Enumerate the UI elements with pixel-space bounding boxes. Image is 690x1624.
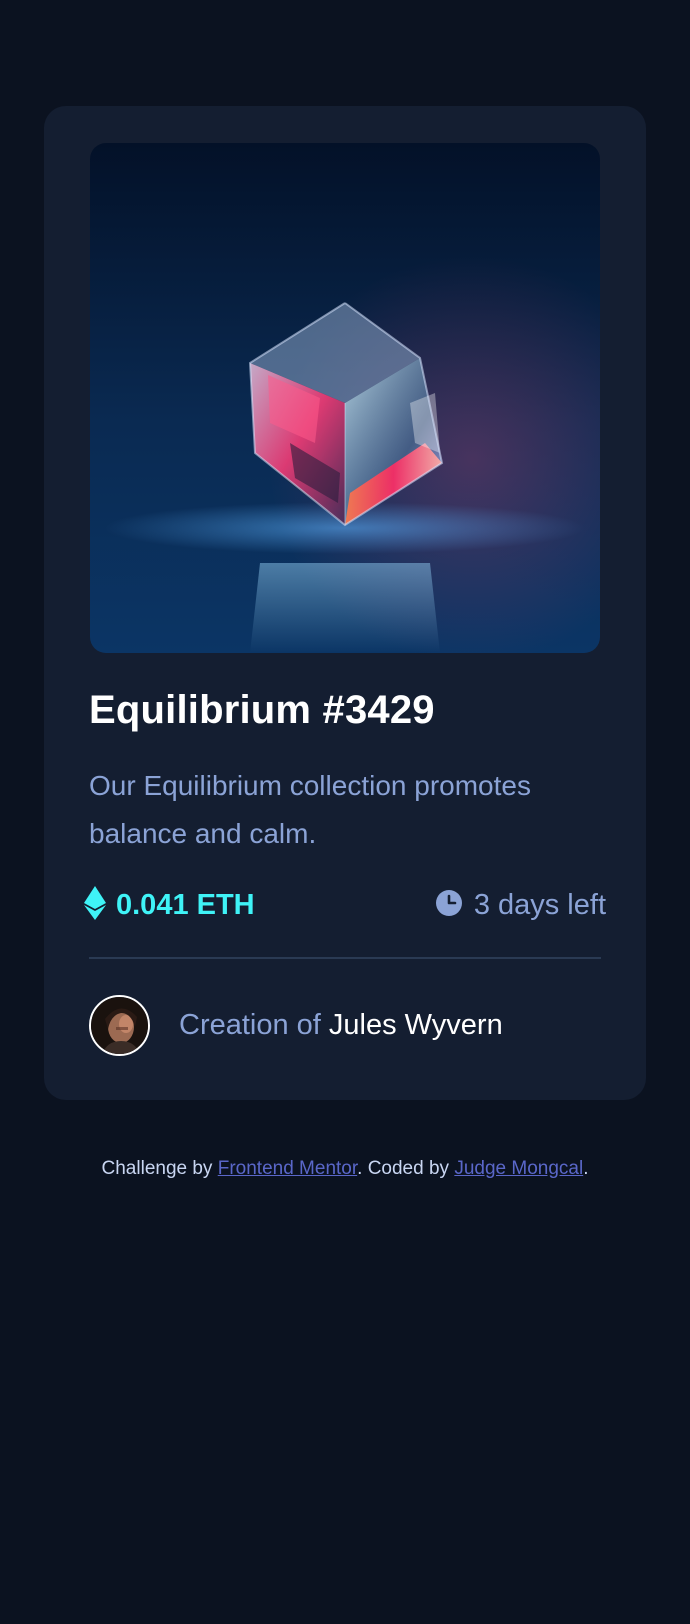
cube-artwork xyxy=(90,143,600,653)
nft-title[interactable]: Equilibrium #3429 xyxy=(89,688,435,733)
nft-card: Equilibrium #3429 Our Equilibrium collec… xyxy=(44,106,646,1100)
ethereum-icon xyxy=(84,885,106,925)
challenge-prefix: Challenge by xyxy=(101,1158,213,1179)
clock-icon xyxy=(435,889,462,921)
nft-description: Our Equilibrium collection promotes bala… xyxy=(89,770,531,849)
nft-image[interactable] xyxy=(90,143,600,653)
coded-prefix: . Coded by xyxy=(357,1158,450,1179)
creator-name[interactable]: Jules Wyvern xyxy=(329,1009,503,1041)
price-value: 0.041 ETH xyxy=(116,888,255,921)
author-link[interactable]: Judge Mongcal xyxy=(454,1158,583,1179)
footer-suffix: . xyxy=(583,1158,589,1179)
avatar xyxy=(89,994,150,1056)
creator-prefix: Creation of xyxy=(179,1008,321,1041)
creator-label: Creation of Jules Wyvern xyxy=(179,1009,503,1042)
divider xyxy=(89,957,601,959)
time-left: 3 days left xyxy=(435,888,606,922)
frontend-mentor-link[interactable]: Frontend Mentor xyxy=(218,1158,357,1179)
creator: Creation of Jules Wyvern xyxy=(89,993,503,1057)
attribution: Challenge by Frontend Mentor. Coded by J… xyxy=(0,1158,690,1180)
price: 0.041 ETH xyxy=(84,885,255,925)
time-left-value: 3 days left xyxy=(473,888,606,921)
